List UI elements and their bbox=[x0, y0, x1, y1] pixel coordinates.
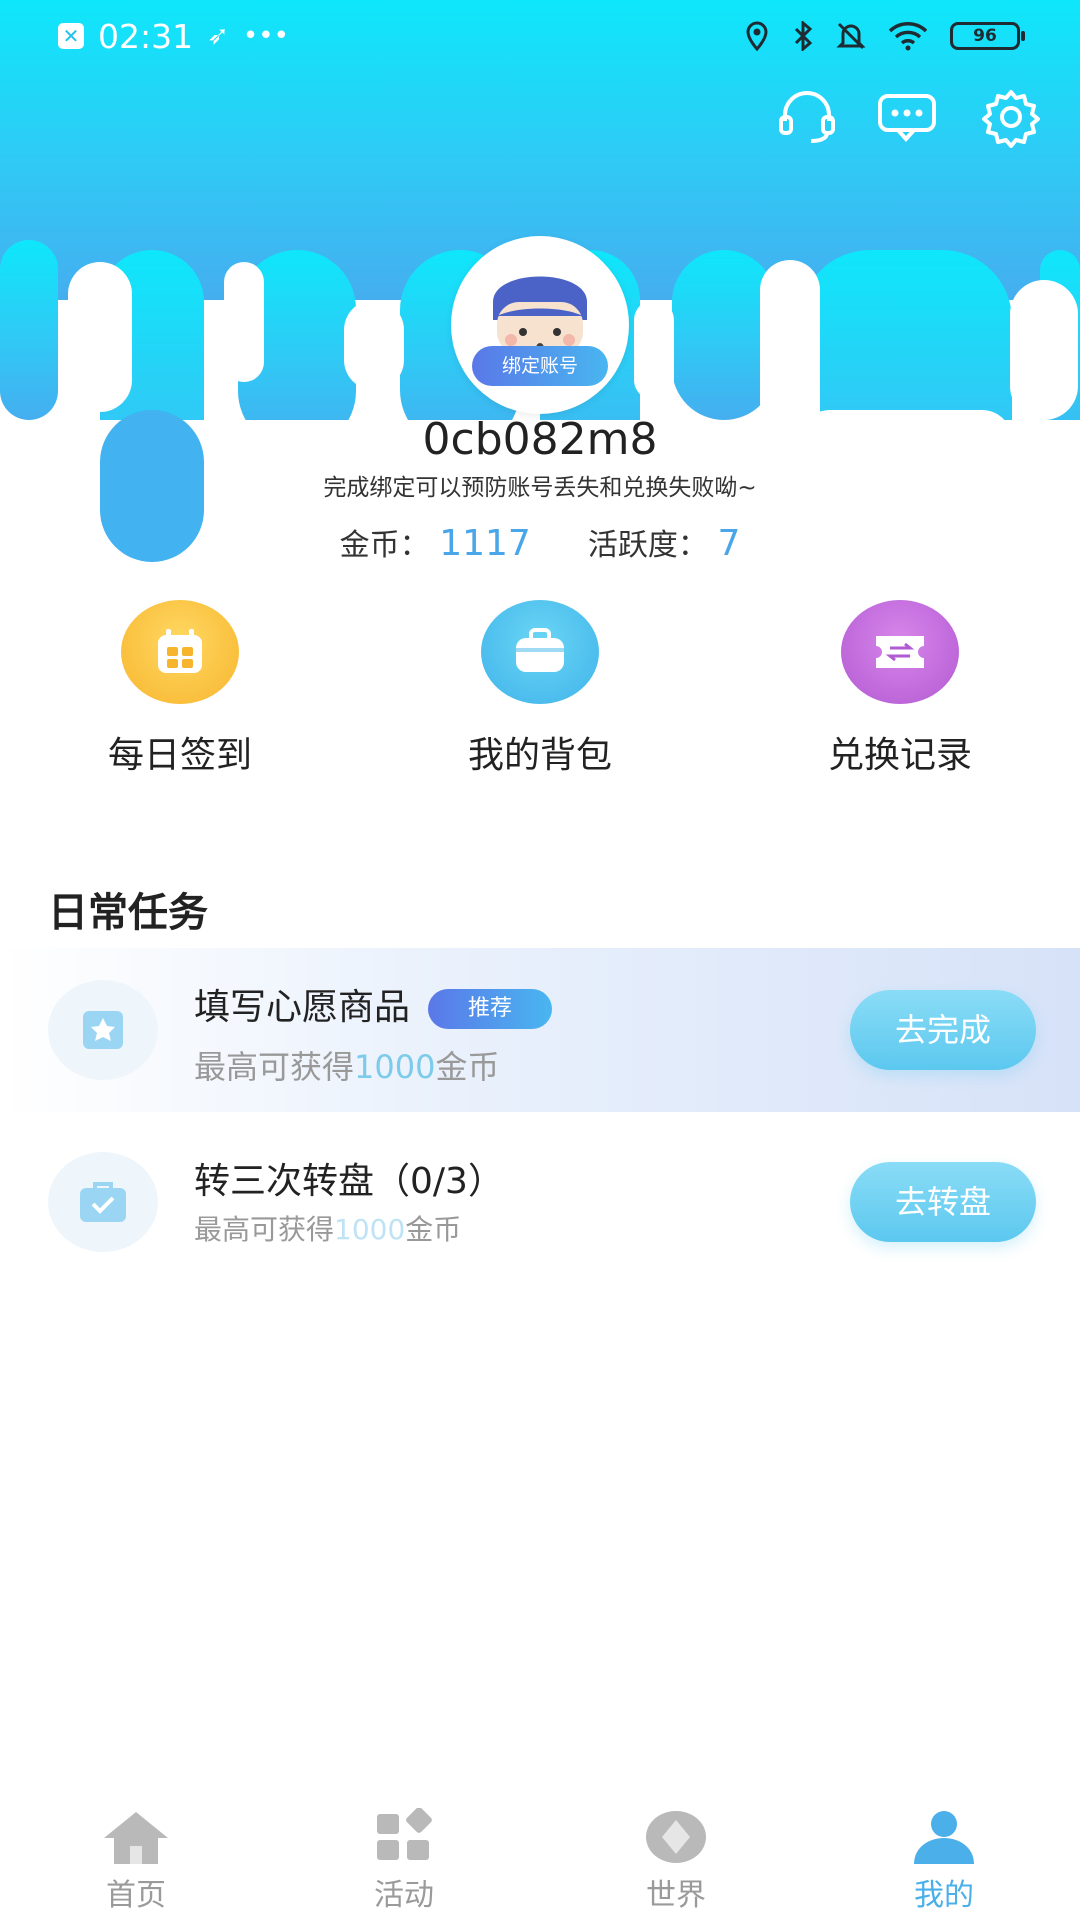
status-time: 02:31 bbox=[98, 16, 194, 56]
exchange-history-button[interactable]: 兑换记录 bbox=[760, 600, 1040, 780]
home-icon bbox=[100, 1806, 172, 1868]
check-box-icon bbox=[48, 1152, 158, 1252]
grid-icon bbox=[368, 1806, 440, 1868]
bottom-tab-bar: 首页 活动 世界 我的 bbox=[0, 1792, 1080, 1920]
wifi-icon bbox=[888, 22, 928, 51]
location-icon bbox=[746, 21, 768, 51]
go-complete-button[interactable]: 去完成 bbox=[850, 990, 1036, 1070]
chat-icon bbox=[878, 94, 936, 142]
bluetooth-icon bbox=[794, 21, 813, 51]
world-icon bbox=[640, 1806, 712, 1868]
tab-label: 首页 bbox=[106, 1878, 166, 1913]
settings-button[interactable] bbox=[978, 84, 1044, 150]
tab-label: 我的 bbox=[914, 1878, 974, 1913]
notification-bird-icon: ➶ bbox=[207, 21, 229, 51]
ticket-icon bbox=[841, 600, 959, 704]
tab-activity[interactable]: 活动 bbox=[314, 1792, 494, 1920]
tab-mine[interactable]: 我的 bbox=[854, 1792, 1034, 1920]
tab-world[interactable]: 世界 bbox=[586, 1792, 766, 1920]
backpack-icon bbox=[481, 600, 599, 704]
task-title: 填写心愿商品 推荐 bbox=[194, 978, 553, 1030]
app-notification-icon: ✕ bbox=[58, 23, 84, 49]
daily-checkin-label: 每日签到 bbox=[107, 735, 252, 776]
avatar-face-icon bbox=[493, 276, 587, 354]
activity-label: 活跃度： bbox=[587, 528, 708, 563]
daily-tasks-title: 日常任务 bbox=[48, 890, 208, 936]
coins-value: 1117 bbox=[439, 523, 531, 564]
mute-bell-icon bbox=[836, 22, 866, 50]
bind-account-button[interactable]: 绑定账号 bbox=[472, 346, 608, 386]
activity-value: 7 bbox=[717, 523, 741, 564]
recommended-badge: 推荐 bbox=[428, 989, 553, 1029]
username: 0cb082m8 bbox=[422, 414, 658, 465]
my-backpack-label: 我的背包 bbox=[467, 735, 612, 776]
daily-checkin-button[interactable]: 每日签到 bbox=[40, 600, 320, 780]
calendar-icon bbox=[121, 600, 239, 704]
message-button[interactable] bbox=[874, 84, 940, 150]
gear-icon bbox=[982, 90, 1040, 148]
coins-label: 金币： bbox=[339, 528, 430, 563]
status-more: ••• bbox=[242, 21, 289, 51]
exchange-history-label: 兑换记录 bbox=[827, 735, 972, 776]
go-wheel-button[interactable]: 去转盘 bbox=[850, 1162, 1036, 1242]
task-title: 转三次转盘（0/3） bbox=[194, 1161, 504, 1202]
customer-service-button[interactable] bbox=[774, 84, 840, 150]
bind-hint: 完成绑定可以预防账号丢失和兑换失败呦~ bbox=[323, 475, 757, 501]
tab-label: 活动 bbox=[374, 1878, 434, 1913]
tab-home[interactable]: 首页 bbox=[46, 1792, 226, 1920]
headset-icon bbox=[779, 91, 835, 143]
tab-label: 世界 bbox=[646, 1878, 706, 1913]
star-card-icon bbox=[48, 980, 158, 1080]
task-item-wish: 填写心愿商品 推荐 最高可获得1000金币 去完成 bbox=[0, 948, 1080, 1112]
avatar[interactable] bbox=[451, 236, 629, 414]
user-stats: 金币： 1117 活跃度： 7 bbox=[0, 520, 1080, 564]
battery-indicator: 96 bbox=[950, 22, 1025, 50]
user-icon bbox=[908, 1806, 980, 1868]
task-reward: 最高可获得1000金币 bbox=[194, 1213, 462, 1246]
status-bar: ✕ 02:31 ➶ ••• 96 bbox=[0, 0, 1080, 72]
task-reward: 最高可获得1000金币 bbox=[194, 1048, 500, 1086]
my-backpack-button[interactable]: 我的背包 bbox=[400, 600, 680, 780]
task-item-wheel: 转三次转盘（0/3） 最高可获得1000金币 去转盘 bbox=[0, 1122, 1080, 1282]
